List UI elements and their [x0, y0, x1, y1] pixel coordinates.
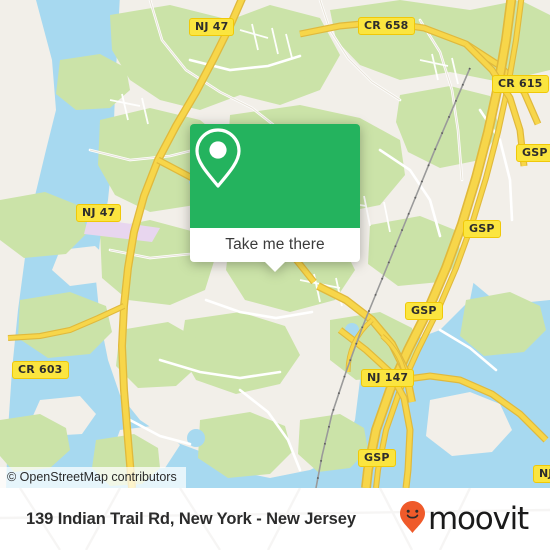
address-label: 139 Indian Trail Rd, New York - New Jers…: [26, 509, 356, 528]
moovit-wordmark: moovit: [427, 500, 529, 537]
destination-popup-card[interactable]: Take me there: [190, 124, 360, 272]
map-canvas[interactable]: NJ 47 CR 658 CR 615 GSP NJ 47 GSP GSP CR…: [0, 0, 550, 488]
footer-bar: 139 Indian Trail Rd, New York - New Jers…: [0, 488, 550, 550]
road-shield-nj-47-west: NJ 47: [76, 204, 122, 222]
road-shield-cr-603: CR 603: [12, 361, 69, 379]
road-shield-cr-658: CR 658: [358, 17, 415, 35]
moovit-smiley-pin-icon: [399, 500, 426, 539]
road-shield-cr-615: CR 615: [492, 75, 549, 93]
popup-card-header: [190, 124, 360, 228]
moovit-map-screenshot: NJ 47 CR 658 CR 615 GSP NJ 47 GSP GSP CR…: [0, 0, 550, 550]
take-me-there-label: Take me there: [225, 236, 325, 253]
moovit-logo[interactable]: moovit: [399, 500, 529, 539]
popup-pointer-tail: [264, 261, 286, 272]
road-shield-gsp-south: GSP: [358, 449, 396, 467]
road-shield-gsp-north: GSP: [516, 144, 550, 162]
road-shield-nj-47-north: NJ 47: [189, 18, 235, 36]
road-shield-nj-edge: NJ: [533, 465, 550, 483]
osm-attribution[interactable]: © OpenStreetMap contributors: [0, 467, 186, 488]
road-shield-nj-147: NJ 147: [361, 369, 415, 387]
road-shield-gsp-central: GSP: [405, 302, 443, 320]
popup-card-action[interactable]: Take me there: [190, 228, 360, 272]
road-shield-gsp-mid: GSP: [463, 220, 501, 238]
